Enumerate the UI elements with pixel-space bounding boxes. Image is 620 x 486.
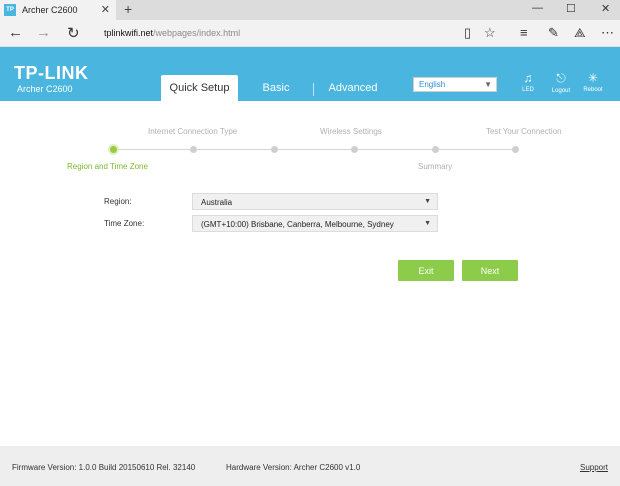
router-header: TP-LINK Archer C2600 Quick Setup Basic A…: [0, 47, 620, 101]
favorite-star-icon[interactable]: ☆: [484, 25, 496, 41]
url-field[interactable]: tplinkwifi.net/webpages/index.html: [104, 28, 240, 38]
forward-icon[interactable]: →: [36, 24, 51, 41]
timezone-value: (GMT+10:00) Brisbane, Canberra, Melbourn…: [201, 220, 394, 229]
tab-separator: [313, 83, 314, 96]
tab-advanced[interactable]: Advanced: [322, 75, 384, 101]
reboot-label: Reboot: [583, 87, 603, 93]
reboot-button[interactable]: ✳ Reboot: [578, 71, 608, 93]
url-host: tplinkwifi.net: [104, 28, 154, 38]
step-label-region-and-time-zone: Region and Time Zone: [67, 162, 148, 171]
browser-tab-strip: TP Archer C2600 ✕ + — ☐ ✕: [0, 0, 620, 20]
firmware-version: Firmware Version: 1.0.0 Build 20150610 R…: [12, 463, 196, 472]
back-icon[interactable]: ←: [8, 24, 23, 41]
support-link[interactable]: Support: [580, 463, 608, 472]
step-dot-6: [512, 146, 519, 153]
close-window-icon[interactable]: ✕: [601, 2, 610, 15]
step-dot-5: [432, 146, 439, 153]
new-tab-icon[interactable]: +: [124, 1, 132, 17]
share-icon[interactable]: ⟁: [574, 25, 586, 41]
step-label-summary: Summary: [418, 162, 453, 171]
language-select[interactable]: English ▼: [413, 77, 497, 92]
led-button[interactable]: ♫ LED: [513, 71, 543, 93]
region-select[interactable]: Australia ▼: [192, 193, 438, 210]
led-icon: ♫: [523, 71, 533, 85]
tab-basic[interactable]: Basic: [250, 75, 302, 101]
web-note-icon[interactable]: ✎: [548, 25, 559, 41]
browser-tab[interactable]: TP Archer C2600 ✕: [0, 0, 116, 20]
step-dot-2: [190, 146, 197, 153]
maximize-icon[interactable]: ☐: [566, 2, 576, 15]
tab-quick-setup[interactable]: Quick Setup: [161, 75, 238, 101]
chevron-down-icon: ▼: [424, 220, 431, 227]
url-path: /webpages/index.html: [153, 28, 241, 38]
step-label-internet-connection-type: Internet Connection Type: [148, 127, 238, 136]
close-tab-icon[interactable]: ✕: [101, 3, 110, 16]
minimize-icon[interactable]: —: [532, 2, 543, 14]
logout-label: Logout: [551, 88, 571, 94]
logout-icon: ⎋: [556, 71, 566, 85]
timezone-select[interactable]: (GMT+10:00) Brisbane, Canberra, Melbourn…: [192, 215, 438, 232]
next-button[interactable]: Next: [462, 260, 518, 281]
step-dot-region: [108, 144, 119, 155]
brand-logo: TP-LINK: [14, 63, 89, 83]
step-dot-3: [271, 146, 278, 153]
region-value: Australia: [201, 198, 233, 207]
refresh-icon[interactable]: ↻: [67, 24, 80, 42]
chevron-down-icon: ▼: [484, 80, 492, 89]
exit-button[interactable]: Exit: [398, 260, 454, 281]
region-label: Region:: [104, 197, 132, 206]
led-label: LED: [522, 87, 534, 93]
address-bar: ← → ↻ tplinkwifi.net/webpages/index.html…: [0, 20, 620, 47]
step-dot-4: [351, 146, 358, 153]
model-name: Archer C2600: [17, 84, 73, 94]
hardware-version: Hardware Version: Archer C2600 v1.0: [226, 463, 361, 472]
step-label-wireless-settings: Wireless Settings: [320, 127, 382, 136]
more-icon[interactable]: ⋯: [601, 25, 614, 41]
reading-view-icon[interactable]: ▯: [464, 25, 471, 41]
logout-button[interactable]: ⎋ Logout: [546, 71, 576, 94]
step-label-test-your-connection: Test Your Connection: [486, 127, 562, 136]
footer: Firmware Version: 1.0.0 Build 20150610 R…: [0, 446, 620, 486]
language-value: English: [419, 80, 446, 89]
chevron-down-icon: ▼: [424, 198, 431, 205]
reboot-icon: ✳: [587, 71, 599, 85]
tp-link-favicon-icon: TP: [4, 4, 16, 16]
timezone-label: Time Zone:: [104, 219, 145, 228]
progress-track: [113, 149, 516, 150]
browser-tab-title: Archer C2600: [22, 5, 78, 15]
hub-icon[interactable]: ≡: [520, 25, 528, 40]
